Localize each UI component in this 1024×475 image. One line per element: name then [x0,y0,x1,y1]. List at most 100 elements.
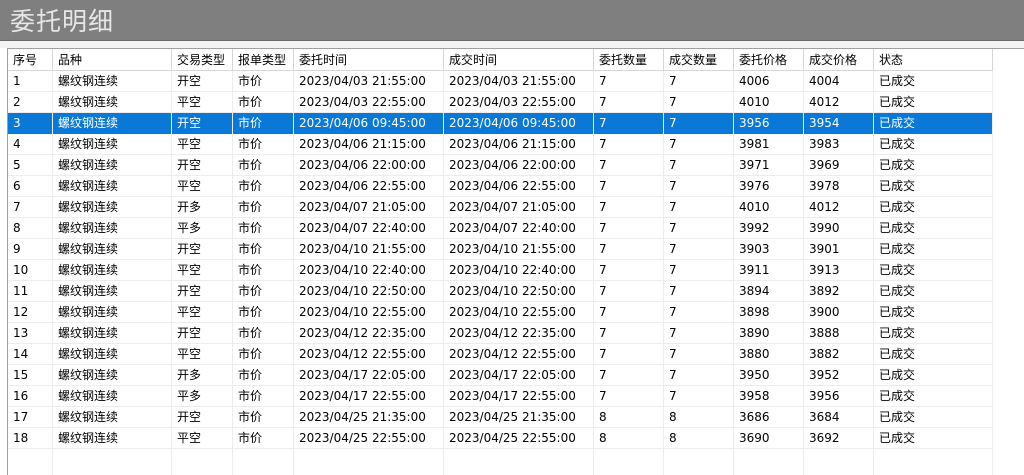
cell-product: 螺纹钢连续 [53,323,172,344]
cell-order-time: 2023/04/12 22:55:00 [294,344,444,365]
cell-fill-qty: 7 [664,302,734,323]
column-divider [663,71,664,475]
cell-fill-price: 3956 [804,386,874,407]
table-row[interactable]: 12 螺纹钢连续 平空 市价 2023/04/10 22:55:00 2023/04/10… [8,302,993,323]
cell-trade-type: 开空 [172,113,233,134]
table-row[interactable]: 5 螺纹钢连续 开空 市价 2023/04/06 22:00:00 2023/04/06 … [8,155,993,176]
table-row[interactable]: 11 螺纹钢连续 开空 市价 2023/04/10 22:50:00 2023/04/10… [8,281,993,302]
column-divider [733,71,734,475]
cell-order-qty: 7 [594,176,664,197]
column-header-status[interactable]: 状态 [874,49,993,71]
cell-trade-type: 平多 [172,386,233,407]
cell-fill-qty: 7 [664,239,734,260]
cell-status: 已成交 [874,365,993,386]
column-header-fill-qty[interactable]: 成交数量 [664,49,734,71]
column-header-order-time[interactable]: 委托时间 [294,49,444,71]
cell-product: 螺纹钢连续 [53,365,172,386]
cell-fill-price: 3892 [804,281,874,302]
cell-trade-type: 平空 [172,92,233,113]
cell-fill-qty: 7 [664,134,734,155]
cell-product: 螺纹钢连续 [53,176,172,197]
cell-order-qty: 7 [594,260,664,281]
cell-order-type: 市价 [233,197,294,218]
column-header-order-type[interactable]: 报单类型 [233,49,294,71]
cell-fill-price: 3900 [804,302,874,323]
table-row[interactable]: 18 螺纹钢连续 平空 市价 2023/04/25 22:55:00 2023/04/25… [8,428,993,449]
cell-status: 已成交 [874,239,993,260]
cell-index: 6 [8,176,53,197]
cell-fill-time: 2023/04/10 22:55:00 [444,302,594,323]
table-header: 序号 品种 交易类型 报单类型 委托时间 成交时间 委托数量 成交数量 委托价格… [8,49,1024,71]
cell-fill-price: 3888 [804,323,874,344]
cell-order-price: 3992 [734,218,804,239]
cell-order-qty: 7 [594,134,664,155]
cell-fill-time: 2023/04/25 21:35:00 [444,407,594,428]
table-row[interactable]: 15 螺纹钢连续 开多 市价 2023/04/17 22:05:00 2023/04/17… [8,365,993,386]
table-row[interactable]: 14 螺纹钢连续 平空 市价 2023/04/12 22:55:00 2023/04/12… [8,344,993,365]
cell-order-time: 2023/04/06 09:45:00 [294,113,444,134]
column-header-index[interactable]: 序号 [8,49,53,71]
cell-order-time: 2023/04/06 22:00:00 [294,155,444,176]
cell-order-price: 3981 [734,134,804,155]
orders-table[interactable]: 序号 品种 交易类型 报单类型 委托时间 成交时间 委托数量 成交数量 委托价格… [7,48,1024,475]
cell-order-price: 3880 [734,344,804,365]
cell-order-qty: 7 [594,239,664,260]
cell-fill-price: 4012 [804,92,874,113]
cell-order-time: 2023/04/25 21:35:00 [294,407,444,428]
cell-fill-price: 4004 [804,71,874,92]
cell-order-type: 市价 [233,323,294,344]
table-row[interactable]: 9 螺纹钢连续 开空 市价 2023/04/10 21:55:00 2023/04/10 … [8,239,993,260]
cell-index: 4 [8,134,53,155]
cell-product: 螺纹钢连续 [53,155,172,176]
cell-fill-time: 2023/04/06 22:00:00 [444,155,594,176]
cell-order-type: 市价 [233,92,294,113]
cell-fill-time: 2023/04/10 21:55:00 [444,239,594,260]
cell-fill-qty: 7 [664,260,734,281]
column-header-fill-price[interactable]: 成交价格 [804,49,874,71]
table-row[interactable]: 10 螺纹钢连续 平空 市价 2023/04/10 22:40:00 2023/04/10… [8,260,993,281]
cell-order-price: 3956 [734,113,804,134]
cell-fill-time: 2023/04/12 22:35:00 [444,323,594,344]
cell-status: 已成交 [874,386,993,407]
table-row[interactable]: 7 螺纹钢连续 开多 市价 2023/04/07 21:05:00 2023/04/07 … [8,197,993,218]
cell-order-price: 3911 [734,260,804,281]
table-row[interactable]: 8 螺纹钢连续 平多 市价 2023/04/07 22:40:00 2023/04/07 … [8,218,993,239]
cell-product: 螺纹钢连续 [53,71,172,92]
table-row[interactable]: 1 螺纹钢连续 开空 市价 2023/04/03 21:55:00 2023/04/03 … [8,71,993,92]
column-header-product[interactable]: 品种 [53,49,172,71]
cell-product: 螺纹钢连续 [53,134,172,155]
table-row[interactable]: 2 螺纹钢连续 平空 市价 2023/04/03 22:55:00 2023/04/03 … [8,92,993,113]
table-row[interactable]: 4 螺纹钢连续 平空 市价 2023/04/06 21:15:00 2023/04/06 … [8,134,993,155]
cell-fill-time: 2023/04/06 21:15:00 [444,134,594,155]
cell-order-qty: 8 [594,428,664,449]
column-divider [443,71,444,475]
cell-product: 螺纹钢连续 [53,239,172,260]
cell-fill-price: 3990 [804,218,874,239]
table-row[interactable]: 3 螺纹钢连续 开空 市价 2023/04/06 09:45:00 2023/04/06 … [8,113,993,134]
cell-order-time: 2023/04/10 22:55:00 [294,302,444,323]
column-header-order-qty[interactable]: 委托数量 [594,49,664,71]
table-row[interactable]: 6 螺纹钢连续 平空 市价 2023/04/06 22:55:00 2023/04/06 … [8,176,993,197]
cell-fill-price: 3954 [804,113,874,134]
column-header-trade-type[interactable]: 交易类型 [172,49,233,71]
column-header-order-price[interactable]: 委托价格 [734,49,804,71]
table-row[interactable]: 17 螺纹钢连续 开空 市价 2023/04/25 21:35:00 2023/04/25… [8,407,993,428]
window-title: 委托明细 [10,7,115,36]
cell-order-price: 4006 [734,71,804,92]
cell-order-qty: 7 [594,197,664,218]
cell-order-qty: 8 [594,407,664,428]
cell-order-time: 2023/04/06 21:15:00 [294,134,444,155]
cell-status: 已成交 [874,134,993,155]
column-divider [992,71,993,475]
table-row[interactable]: 16 螺纹钢连续 平多 市价 2023/04/17 22:55:00 2023/04/17… [8,386,993,407]
column-divider [232,71,233,475]
table-row[interactable]: 13 螺纹钢连续 开空 市价 2023/04/12 22:35:00 2023/04/12… [8,323,993,344]
cell-index: 16 [8,386,53,407]
cell-status: 已成交 [874,71,993,92]
column-header-fill-time[interactable]: 成交时间 [444,49,594,71]
cell-order-qty: 7 [594,365,664,386]
cell-order-qty: 7 [594,92,664,113]
cell-fill-qty: 8 [664,428,734,449]
cell-order-price: 3890 [734,323,804,344]
cell-order-qty: 7 [594,344,664,365]
